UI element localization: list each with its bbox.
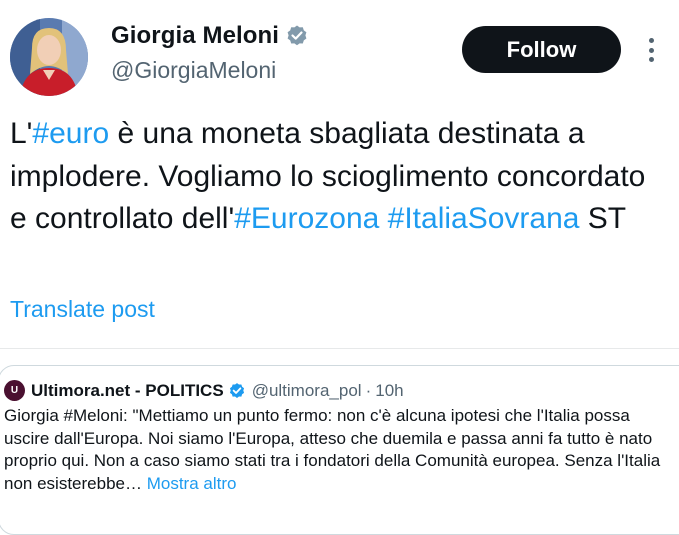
quoted-post-header: U Ultimora.net - POLITICS @ultimora_pol …	[4, 380, 404, 401]
more-dot	[648, 57, 654, 62]
tweet-text: L'#euro è una moneta sbagliata destinata…	[10, 113, 670, 241]
verified-badge-icon	[228, 382, 246, 400]
more-dot	[648, 47, 654, 53]
hashtag-link[interactable]: #euro	[32, 117, 109, 150]
quoted-author-handle[interactable]: @ultimora_pol	[252, 381, 362, 401]
separator-dot: ·	[365, 380, 372, 400]
verified-badge-icon[interactable]	[285, 24, 309, 48]
quoted-author-avatar[interactable]: U	[4, 380, 25, 401]
author-name-row: Giorgia Meloni	[111, 22, 309, 50]
quoted-post-text: Giorgia #Meloni: "Mettiamo un punto ferm…	[4, 405, 674, 495]
hashtag-link[interactable]: #ItaliaSovrana	[388, 202, 580, 235]
translate-post-link[interactable]: Translate post	[10, 296, 155, 323]
more-dot	[648, 38, 654, 43]
more-options-icon[interactable]	[638, 34, 664, 66]
quoted-post-timestamp[interactable]: 10h	[375, 381, 403, 401]
tweet-text-segment	[379, 202, 387, 235]
quoted-post-body: Giorgia #Meloni: "Mettiamo un punto ferm…	[4, 406, 661, 493]
tweet-text-segment: ST	[579, 202, 627, 235]
avatar[interactable]	[10, 18, 88, 96]
follow-button[interactable]: Follow	[462, 26, 621, 73]
author-display-name[interactable]: Giorgia Meloni	[111, 22, 279, 50]
divider	[0, 348, 679, 349]
avatar-image	[10, 18, 88, 96]
show-more-link[interactable]: Mostra altro	[147, 474, 237, 493]
author-handle[interactable]: @GiorgiaMeloni	[111, 57, 276, 84]
tweet-text-segment: L'	[10, 117, 33, 150]
quoted-author-name[interactable]: Ultimora.net - POLITICS	[31, 381, 224, 401]
hashtag-link[interactable]: #Eurozona	[234, 202, 379, 235]
